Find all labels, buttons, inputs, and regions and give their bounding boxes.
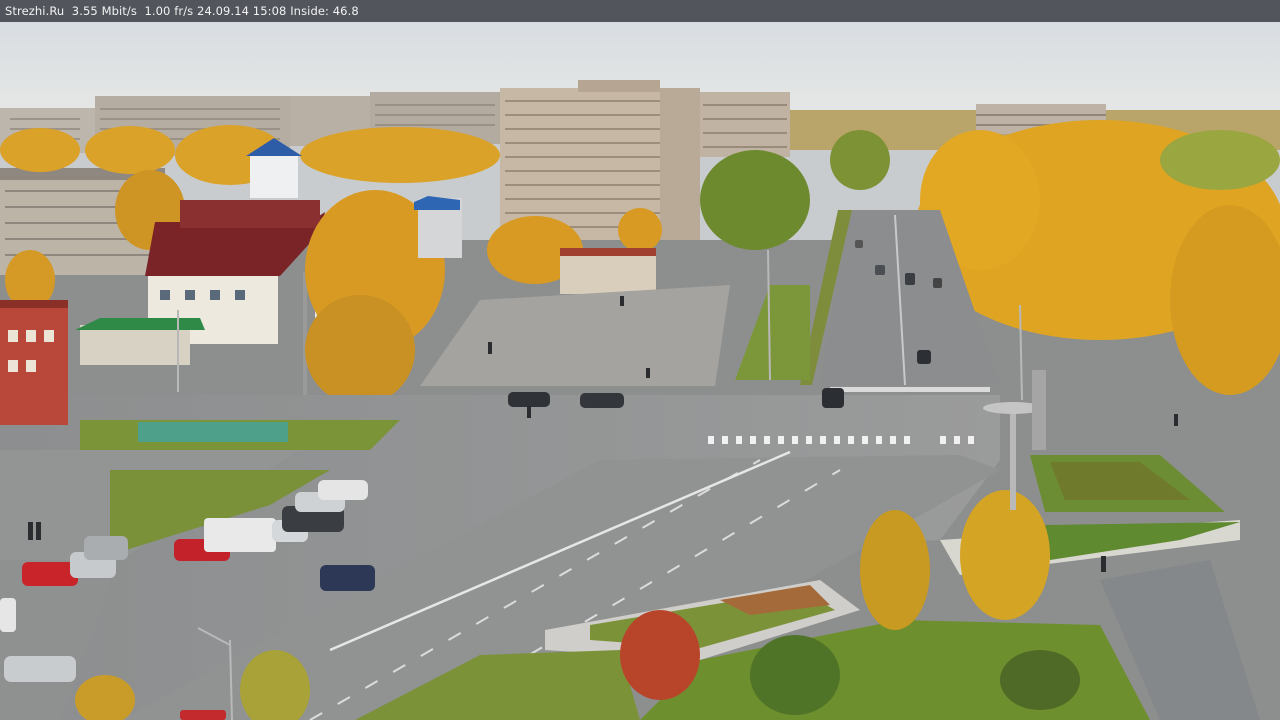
overlay-status-text: Strezhi.Ru 3.55 Mbit/s 1.00 fr/s 24.09.1…	[5, 4, 359, 18]
green-roof-building	[80, 325, 190, 365]
red-brick-building	[0, 300, 68, 425]
webcam-scene	[0, 22, 1280, 720]
crosswalk-far	[830, 387, 990, 392]
low-building-center	[560, 252, 656, 294]
fountain-pad	[138, 422, 288, 442]
webcam-overlay-bar: Strezhi.Ru 3.55 Mbit/s 1.00 fr/s 24.09.1…	[0, 0, 1280, 22]
